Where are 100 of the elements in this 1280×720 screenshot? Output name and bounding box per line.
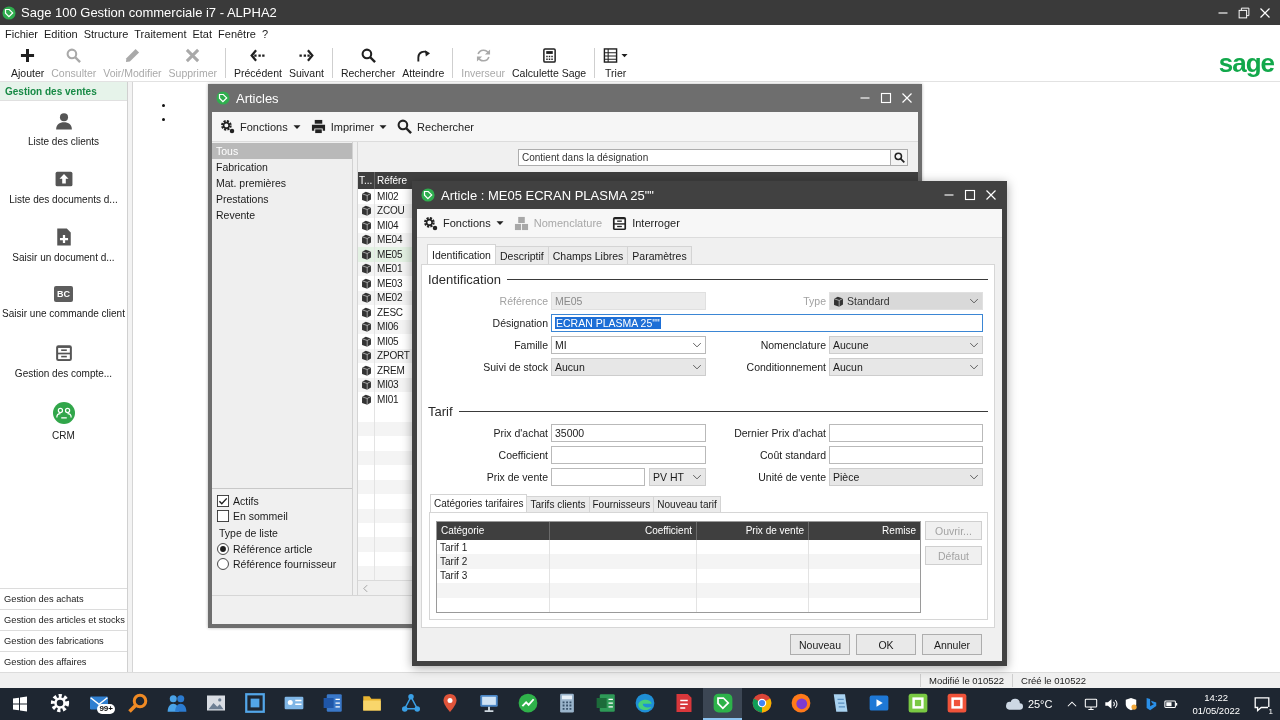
search-button[interactable]: [891, 148, 908, 166]
print-button[interactable]: Imprimer: [310, 119, 388, 134]
close-icon[interactable]: [901, 92, 913, 104]
list-icon: [603, 48, 619, 63]
taskbar-app[interactable]: 99+: [79, 688, 118, 720]
maximize-icon[interactable]: [964, 189, 976, 201]
shortcut-item[interactable]: Liste des clients: [0, 110, 127, 168]
search-field[interactable]: Contient dans la désignation: [518, 148, 891, 166]
dropdown[interactable]: Aucun: [551, 358, 706, 376]
taskbar-app[interactable]: [703, 688, 742, 720]
family-item[interactable]: Revente: [212, 207, 352, 223]
menu-item[interactable]: Edition: [41, 27, 81, 42]
clock-date[interactable]: 01/05/2022: [1192, 704, 1240, 717]
go-to-button[interactable]: Atteindre: [399, 44, 448, 81]
clock-time[interactable]: 14:22: [1204, 691, 1229, 704]
monitor-icon: [478, 693, 499, 713]
notification-icon[interactable]: [1254, 696, 1270, 712]
search-button[interactable]: Rechercher: [337, 44, 399, 81]
close-icon[interactable]: [1259, 6, 1271, 19]
field-label: Unité de vente: [757, 471, 826, 483]
search-button[interactable]: Rechercher: [397, 119, 474, 134]
tab[interactable]: Fournisseurs: [588, 496, 655, 512]
column-header[interactable]: Remise: [808, 522, 920, 540]
tile-icon: [946, 693, 967, 713]
search-icon: [893, 151, 905, 163]
close-icon[interactable]: [985, 189, 997, 201]
shortcut-item[interactable]: CRM: [0, 400, 127, 458]
tab[interactable]: Catégories tarifaires: [430, 494, 528, 512]
tab[interactable]: Identification: [427, 244, 496, 264]
shortcut-item[interactable]: Saisir un document d...: [0, 226, 127, 284]
section-button[interactable]: Gestion des articles et stocks: [0, 609, 127, 630]
menu-item[interactable]: Fichier: [2, 27, 41, 42]
text-field[interactable]: [551, 468, 645, 486]
add-button[interactable]: Ajouter: [8, 44, 48, 81]
ribbon-icon[interactable]: [1144, 697, 1159, 711]
menu-item[interactable]: Structure: [80, 27, 132, 42]
section-button[interactable]: Gestion des achats: [0, 588, 127, 609]
text-field[interactable]: [829, 424, 983, 442]
shortcut-item[interactable]: Liste des documents d...: [0, 168, 127, 226]
dropdown[interactable]: Pièce: [829, 468, 983, 486]
tag-icon: [712, 693, 733, 713]
maximize-icon[interactable]: [880, 92, 892, 104]
speaker-icon[interactable]: [1104, 697, 1119, 711]
chevron-down-icon: [969, 472, 979, 482]
tab[interactable]: Descriptif: [494, 246, 549, 264]
family-item[interactable]: Prestations: [212, 191, 352, 207]
battery-icon[interactable]: [1164, 697, 1179, 711]
text-field[interactable]: 35000: [551, 424, 706, 442]
tab[interactable]: Tarifs clients: [526, 496, 590, 512]
menu-item[interactable]: Fenêtre: [215, 27, 259, 42]
ok-button[interactable]: OK: [856, 634, 916, 655]
sort-button[interactable]: Trier: [600, 44, 632, 81]
radio-button[interactable]: [217, 542, 229, 555]
tab[interactable]: Paramètres: [627, 246, 692, 264]
family-item[interactable]: Fabrication: [212, 159, 352, 175]
section-button[interactable]: Gestion des fabrications: [0, 630, 127, 651]
dropdown[interactable]: PV HT: [649, 468, 706, 486]
restore-icon[interactable]: [1238, 6, 1250, 19]
combo-box[interactable]: MI: [551, 336, 706, 354]
checkbox[interactable]: [217, 510, 229, 523]
text-field[interactable]: [551, 446, 706, 464]
query-button[interactable]: Interroger: [612, 215, 680, 231]
new-button[interactable]: Nouveau: [790, 634, 850, 655]
next-button[interactable]: Suivant: [285, 44, 327, 81]
table-cell-text: ME02: [376, 292, 403, 304]
menu-item[interactable]: Traitement: [131, 27, 190, 42]
functions-button[interactable]: Fonctions: [220, 119, 301, 134]
menu-item[interactable]: ?: [258, 27, 272, 42]
column-header[interactable]: Coefficient: [549, 522, 696, 540]
section-header[interactable]: Gestion des ventes: [0, 82, 127, 101]
tab[interactable]: Nouveau tarif: [653, 496, 721, 512]
calculator-button[interactable]: Calculette Sage: [509, 44, 590, 81]
tab[interactable]: Champs Libres: [547, 246, 629, 264]
radio-button[interactable]: [217, 558, 229, 571]
previous-button[interactable]: Précédent: [231, 44, 285, 81]
display-icon[interactable]: [1084, 697, 1099, 711]
shield-icon[interactable]: [1124, 697, 1139, 711]
dropdown[interactable]: Aucun: [829, 358, 983, 376]
checkbox[interactable]: [217, 494, 229, 507]
field-label: Désignation: [491, 317, 548, 329]
text-field[interactable]: [829, 446, 983, 464]
menu-item[interactable]: Etat: [189, 27, 216, 42]
shortcut-item[interactable]: Gestion des compte...: [0, 342, 127, 400]
windows-logo-icon: [12, 696, 28, 712]
chevron-down-icon: [692, 362, 702, 372]
table-cell-text: ME04: [376, 234, 403, 246]
weather-text[interactable]: 25°C: [1027, 698, 1053, 710]
arrow-left-icon: [250, 48, 266, 63]
column-header[interactable]: Référe: [375, 172, 407, 189]
family-item[interactable]: Mat. premières: [212, 175, 352, 191]
dropdown[interactable]: Aucune: [829, 336, 983, 354]
tag-icon: [421, 188, 435, 202]
cancel-button[interactable]: Annuler: [922, 634, 982, 655]
text-field[interactable]: ECRAN PLASMA 25"": [551, 314, 983, 332]
functions-button[interactable]: Fonctions: [423, 215, 504, 231]
shortcut-item[interactable]: BC Saisir une commande client: [0, 284, 127, 342]
column-header[interactable]: Catégorie: [437, 522, 549, 540]
arrow-right-icon: [298, 48, 314, 63]
person-icon: [54, 112, 73, 130]
column-header[interactable]: Prix de vente: [696, 522, 808, 540]
